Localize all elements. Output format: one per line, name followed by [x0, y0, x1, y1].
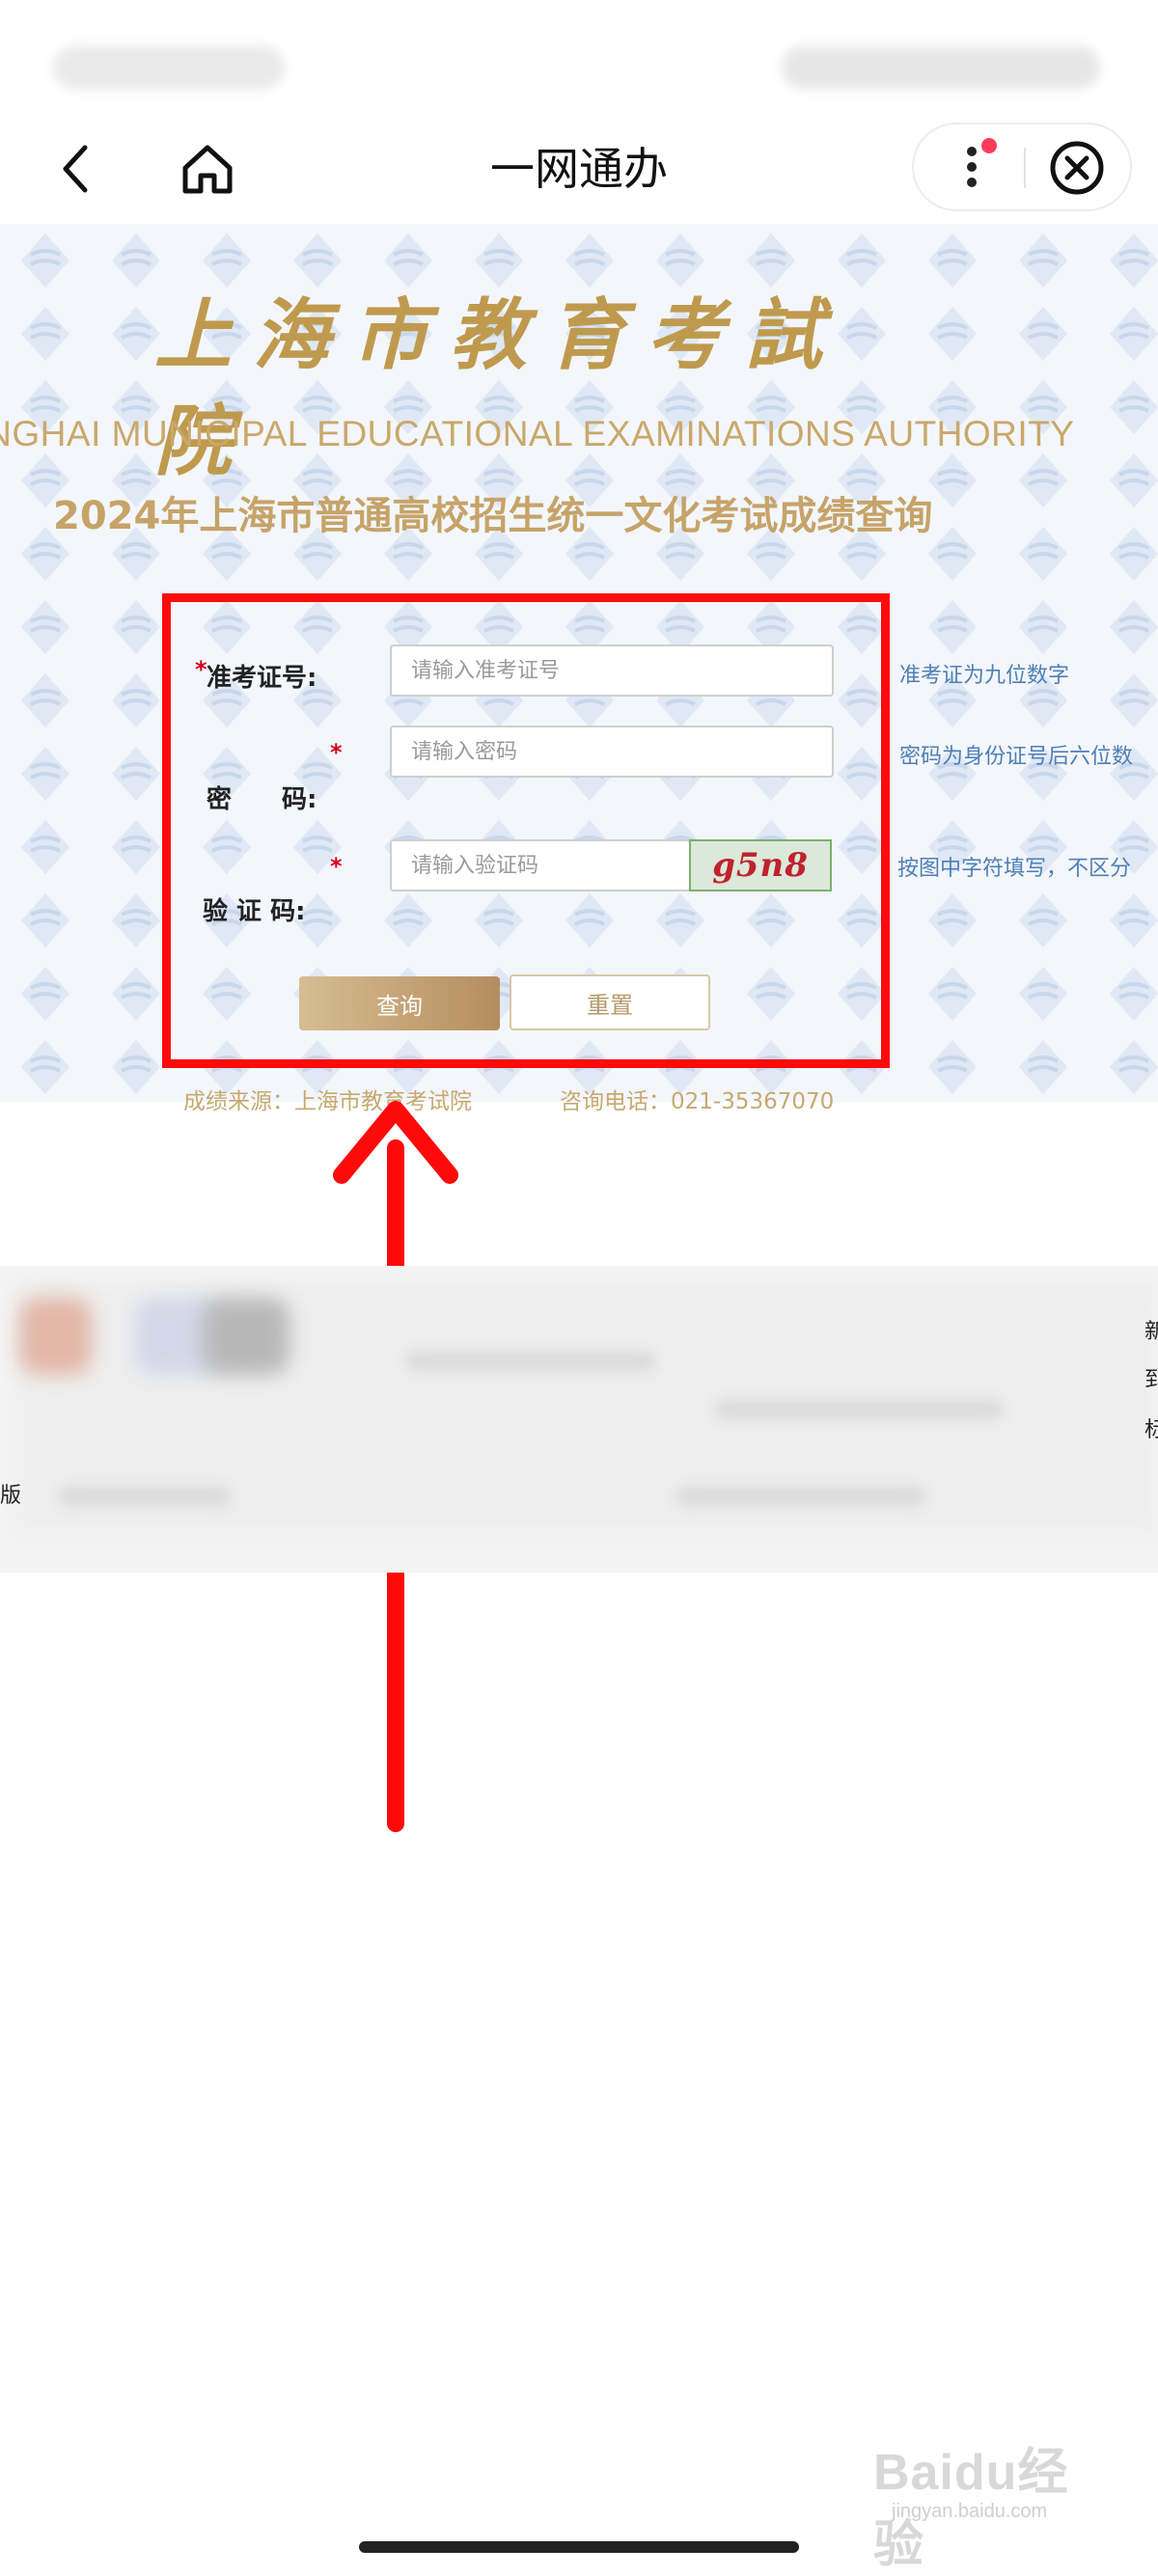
- blurred-text-line: [58, 1486, 232, 1507]
- edge-text: 版: [0, 1484, 22, 1508]
- edge-text: 标: [1144, 1418, 1158, 1442]
- notification-dot: [981, 138, 997, 153]
- baidu-watermark-url: jingyan.baidu.com: [892, 2501, 1048, 2522]
- edge-text: 新: [1144, 1320, 1158, 1344]
- exam-id-hint: 准考证为九位数字: [899, 664, 1070, 688]
- blurred-text-line: [714, 1399, 1004, 1420]
- capsule-divider: [1024, 148, 1026, 188]
- page-title: 一网通办: [490, 143, 668, 195]
- home-button[interactable]: [174, 135, 241, 203]
- back-button[interactable]: [46, 135, 104, 203]
- blurred-text-line: [405, 1351, 656, 1372]
- more-button[interactable]: [952, 138, 1010, 196]
- home-indicator[interactable]: [359, 2541, 799, 2553]
- close-button[interactable]: [1047, 138, 1107, 198]
- contact-phone-text: 咨询电话：021-35367070: [560, 1089, 835, 1114]
- edge-text: 到: [1144, 1368, 1158, 1392]
- blurred-thumbnail: [19, 1298, 92, 1375]
- highlight-box-annotation: [162, 593, 890, 1068]
- top-navigation-bar: 一网通办: [0, 111, 1158, 227]
- more-vertical-icon: [967, 138, 997, 187]
- chevron-left-icon: [63, 145, 88, 193]
- status-bar-right-blurred: [782, 46, 1100, 89]
- password-hint: 密码为身份证号后六位数: [899, 745, 1134, 769]
- status-bar-left-blurred: [53, 46, 285, 89]
- org-logo-chinese: 上海市教育考試院: [154, 289, 843, 486]
- mini-program-capsule: [912, 123, 1132, 211]
- home-icon: [182, 145, 233, 194]
- org-name-english: ANGHAI MUNICIPAL EDUCATIONAL EXAMINATION…: [0, 414, 1075, 453]
- blurred-text-line: [676, 1486, 926, 1507]
- close-circle-icon: [1050, 141, 1104, 195]
- blurred-thumbnail: [203, 1298, 290, 1375]
- query-heading: 2024年上海市普通高校招生统一文化考试成绩查询: [53, 494, 933, 538]
- captcha-hint: 按图中字符填写，不区分: [897, 857, 1132, 881]
